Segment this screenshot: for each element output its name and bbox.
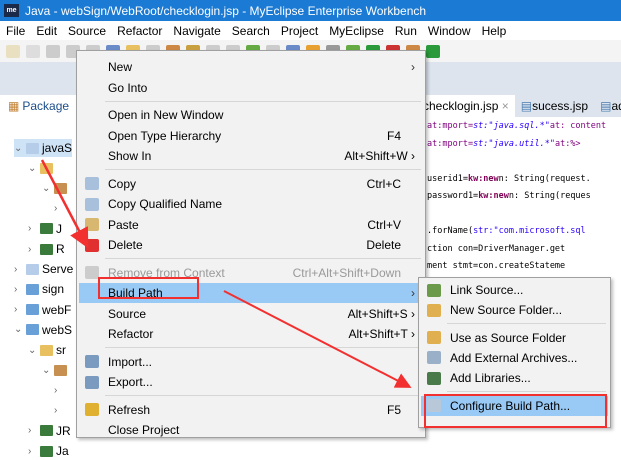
- annotation-arrow: [40, 159, 89, 249]
- tree-item-label: Ja: [56, 444, 69, 458]
- folder-icon: [40, 445, 53, 457]
- chevron-icon[interactable]: ›: [28, 446, 40, 457]
- annotation-arrow: [223, 290, 412, 388]
- annotation-arrows: [40, 159, 412, 388]
- tree-item[interactable]: › Ja: [28, 442, 69, 460]
